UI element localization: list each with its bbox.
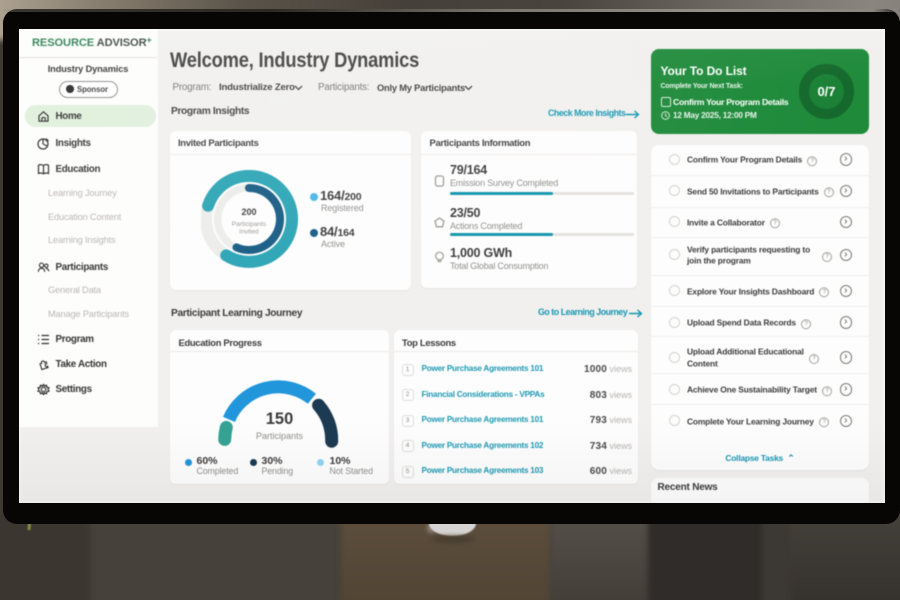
svg-text:Participants: Participants [231,221,266,228]
svg-text:200: 200 [241,207,256,217]
svg-text:Invited: Invited [239,228,259,235]
svg-text:0/7: 0/7 [817,84,835,99]
